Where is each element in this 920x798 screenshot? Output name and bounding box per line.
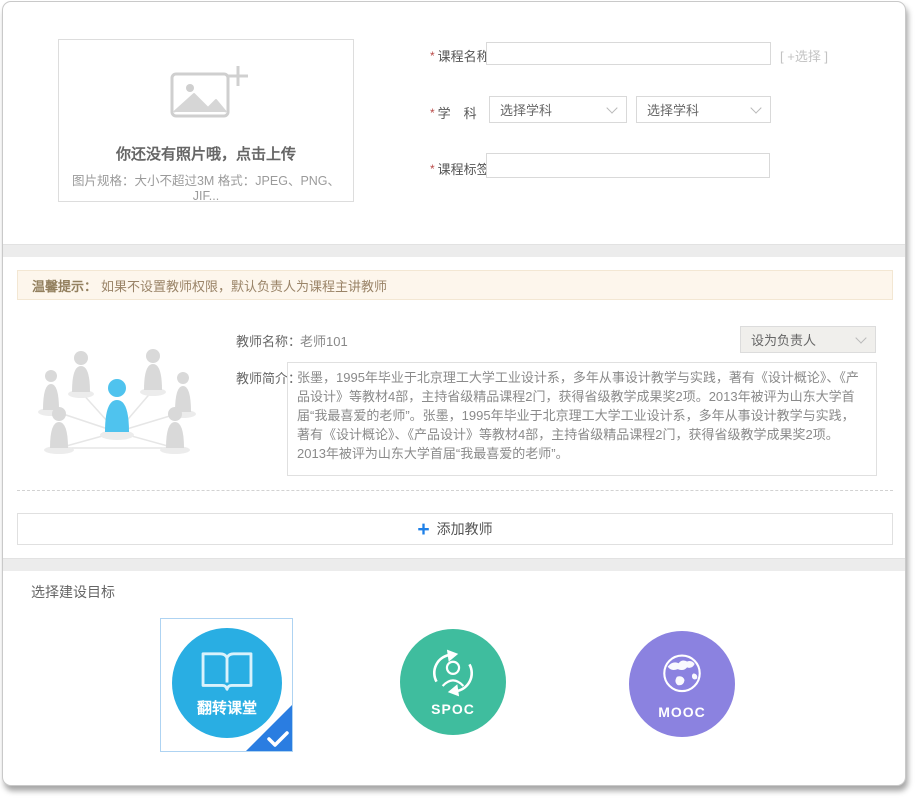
- goal-label: MOOC: [658, 704, 706, 720]
- warm-tip-bar: 温馨提示： 如果不设置教师权限，默认负责人为课程主讲教师: [17, 270, 893, 300]
- goal-card-spoc[interactable]: SPOC: [400, 629, 506, 735]
- add-teacher-button[interactable]: + 添加教师: [17, 513, 893, 545]
- teacher-network-illustration: [33, 332, 201, 470]
- teacher-name-label: 教师名称：: [236, 331, 301, 350]
- subject-select-2[interactable]: 选择学科: [636, 96, 771, 123]
- goals-section-title: 选择建设目标: [31, 582, 115, 602]
- required-asterisk: *: [430, 162, 435, 176]
- chevron-down-icon: [606, 102, 617, 113]
- course-name-label: *课程名称: [430, 46, 490, 65]
- subject-select-1[interactable]: 选择学科: [489, 96, 627, 123]
- dashed-divider: [17, 490, 893, 491]
- required-asterisk: *: [430, 49, 435, 63]
- goal-label: SPOC: [431, 701, 475, 717]
- chevron-down-icon: [855, 332, 866, 343]
- image-add-icon: [158, 60, 254, 130]
- section-divider: [3, 558, 905, 571]
- goal-card-flipped-classroom[interactable]: 翻转课堂: [160, 618, 293, 752]
- subject-select-2-value: 选择学科: [647, 100, 699, 119]
- teacher-name-value: 老师101: [300, 331, 348, 350]
- upload-hint-title: 你还没有照片哦，点击上传: [59, 143, 353, 164]
- chevron-down-icon: [750, 102, 761, 113]
- globe-icon: [655, 648, 709, 702]
- subject-label: *学 科: [430, 103, 477, 122]
- warm-tip-text: 如果不设置教师权限，默认负责人为课程主讲教师: [101, 276, 387, 295]
- upload-spec-text: 图片规格：大小不超过3M 格式：JPEG、PNG、JIF...: [59, 170, 353, 203]
- teacher-intro-textarea[interactable]: 张墨，1995年毕业于北京理工大学工业设计系，多年从事设计教学与实践，著有《设计…: [287, 362, 877, 476]
- warm-tip-prefix: 温馨提示：: [32, 276, 97, 295]
- course-tag-input[interactable]: [486, 153, 770, 178]
- course-name-input[interactable]: [486, 42, 771, 65]
- required-asterisk: *: [430, 106, 435, 120]
- course-select-link[interactable]: [ +选择 ]: [780, 46, 828, 65]
- cover-upload-box[interactable]: 你还没有照片哦，点击上传 图片规格：大小不超过3M 格式：JPEG、PNG、JI…: [58, 39, 354, 202]
- teacher-role-select[interactable]: 设为负责人: [740, 326, 876, 353]
- subject-select-1-value: 选择学科: [500, 100, 552, 119]
- section-divider: [3, 244, 905, 257]
- open-book-icon: [196, 649, 258, 695]
- plus-icon: +: [417, 519, 429, 540]
- goal-card-mooc[interactable]: MOOC: [629, 631, 735, 737]
- check-icon: [267, 731, 289, 747]
- course-tag-label: *课程标签: [430, 159, 490, 178]
- sync-person-icon: [425, 647, 481, 699]
- add-teacher-label: 添加教师: [437, 519, 493, 539]
- teacher-role-select-value: 设为负责人: [751, 330, 816, 349]
- page-card: 你还没有照片哦，点击上传 图片规格：大小不超过3M 格式：JPEG、PNG、JI…: [2, 1, 906, 786]
